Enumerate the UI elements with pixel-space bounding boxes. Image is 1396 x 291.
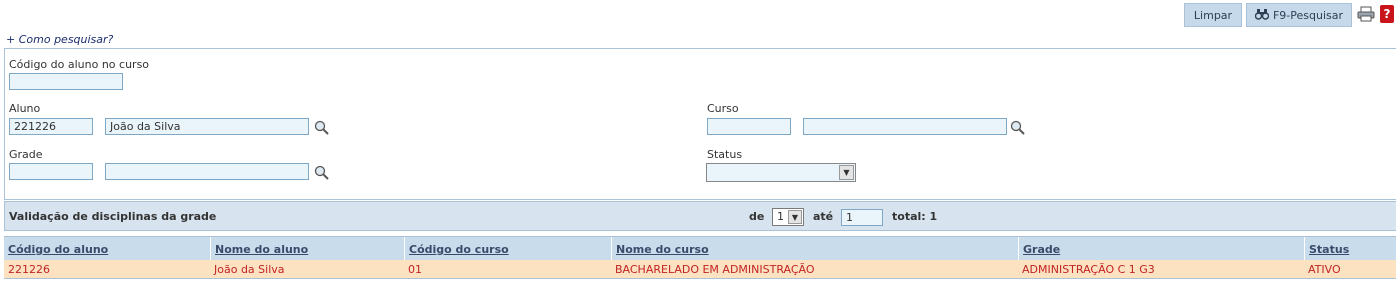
col-status[interactable]: Status bbox=[1304, 237, 1396, 261]
help-label: ? bbox=[1383, 7, 1391, 21]
section-title: Validação de disciplinas da grade bbox=[9, 210, 217, 223]
ate-input[interactable]: 1 bbox=[841, 209, 883, 226]
codigo-aluno-label: Código do aluno no curso bbox=[9, 58, 150, 71]
aluno-codigo-input[interactable]: 221226 bbox=[9, 118, 93, 135]
cell-status: ATIVO bbox=[1308, 263, 1341, 276]
como-pesquisar-link[interactable]: + Como pesquisar? bbox=[6, 33, 113, 46]
limpar-button[interactable]: Limpar bbox=[1184, 3, 1242, 27]
cell-nome-aluno: João da Silva bbox=[214, 263, 285, 276]
page-select[interactable]: 1 ▼ bbox=[772, 208, 804, 226]
status-select[interactable]: ▼ bbox=[706, 163, 856, 182]
aluno-label: Aluno bbox=[9, 102, 41, 115]
table-row[interactable]: 221226 João da Silva 01 BACHARELADO EM A… bbox=[4, 260, 1396, 279]
print-icon[interactable] bbox=[1357, 6, 1375, 22]
pesquisar-label: F9-Pesquisar bbox=[1272, 8, 1344, 22]
col-nome-curso[interactable]: Nome do curso bbox=[611, 237, 1018, 261]
table-header: Código do aluno Nome do aluno Código do … bbox=[4, 236, 1396, 261]
limpar-label: Limpar bbox=[1193, 8, 1233, 22]
grade-codigo-input[interactable] bbox=[9, 163, 93, 180]
aluno-search-icon[interactable] bbox=[314, 120, 330, 136]
grade-nome-input[interactable] bbox=[105, 163, 309, 180]
chevron-down-icon: ▼ bbox=[839, 165, 854, 180]
aluno-nome-input[interactable]: João da Silva bbox=[105, 118, 309, 135]
ate-label: até bbox=[813, 210, 834, 223]
search-form: Código do aluno no curso Aluno 221226 Jo… bbox=[4, 48, 1396, 200]
col-nome-aluno[interactable]: Nome do aluno bbox=[210, 237, 404, 261]
curso-nome-input[interactable] bbox=[803, 118, 1007, 135]
curso-search-icon[interactable] bbox=[1010, 120, 1026, 136]
status-label: Status bbox=[707, 148, 743, 161]
section-header: Validação de disciplinas da grade de 1 ▼… bbox=[4, 201, 1396, 231]
binoculars-icon bbox=[1254, 8, 1270, 23]
curso-label: Curso bbox=[707, 102, 739, 115]
total-label: total: 1 bbox=[892, 210, 938, 223]
de-label: de bbox=[749, 210, 765, 223]
chevron-down-icon: ▼ bbox=[788, 210, 802, 224]
codigo-aluno-input[interactable] bbox=[9, 73, 123, 90]
cell-grade: ADMINISTRAÇÃO C 1 G3 bbox=[1022, 263, 1155, 276]
page-value: 1 bbox=[777, 210, 784, 223]
grade-search-icon[interactable] bbox=[314, 165, 330, 181]
cell-codigo-aluno: 221226 bbox=[8, 263, 50, 276]
col-grade[interactable]: Grade bbox=[1018, 237, 1304, 261]
col-codigo-curso[interactable]: Código do curso bbox=[404, 237, 611, 261]
cell-codigo-curso: 01 bbox=[408, 263, 422, 276]
pesquisar-button[interactable]: F9-Pesquisar bbox=[1246, 3, 1352, 27]
col-codigo-aluno[interactable]: Código do aluno bbox=[4, 237, 210, 261]
grade-label: Grade bbox=[9, 148, 43, 161]
curso-codigo-input[interactable] bbox=[707, 118, 791, 135]
help-icon[interactable]: ? bbox=[1380, 5, 1394, 23]
cell-nome-curso: BACHARELADO EM ADMINISTRAÇÃO bbox=[615, 263, 815, 276]
